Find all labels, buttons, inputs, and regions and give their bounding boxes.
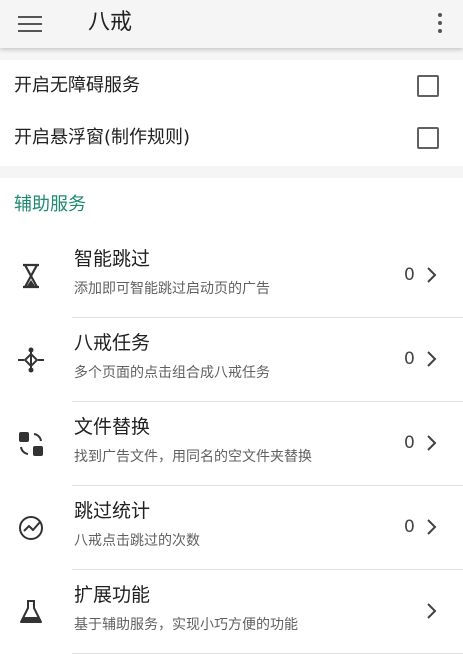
service-title: 智能跳过 — [74, 248, 151, 270]
chevron-right-icon — [427, 351, 437, 367]
chevron-right-icon — [427, 435, 437, 451]
services-card: 辅助服务 智能跳过 添加即可智能跳过启动页的广告 0 八戒任务 多个页面的点击组… — [0, 178, 463, 656]
service-desc: 八戒点击跳过的次数 — [74, 533, 200, 549]
section-title: 辅助服务 — [14, 194, 86, 215]
service-desc: 基于辅助服务，实现小巧方便的功能 — [74, 617, 298, 633]
service-item-smart-skip[interactable]: 智能跳过 添加即可智能跳过启动页的广告 0 — [0, 234, 463, 318]
service-desc: 找到广告文件，用同名的空文件夹替换 — [74, 449, 312, 465]
flask-icon — [20, 600, 42, 623]
toggle-floating-window[interactable]: 开启悬浮窗(制作规则) — [0, 112, 463, 164]
file-swap-icon — [19, 432, 43, 456]
accessibility-checkbox[interactable] — [417, 75, 439, 97]
menu-icon[interactable] — [12, 8, 48, 40]
service-title: 文件替换 — [74, 416, 151, 438]
chevron-right-icon — [427, 267, 437, 283]
divider — [72, 653, 463, 654]
toggle-accessibility-service[interactable]: 开启无障碍服务 — [0, 60, 463, 112]
toggle-label: 开启无障碍服务 — [14, 75, 140, 96]
service-desc: 添加即可智能跳过启动页的广告 — [74, 281, 270, 297]
toggle-label: 开启悬浮窗(制作规则) — [14, 127, 191, 148]
chevron-right-icon — [427, 519, 437, 535]
more-options-icon[interactable] — [428, 8, 452, 40]
service-count: 0 — [404, 433, 415, 453]
chevron-right-icon — [427, 603, 437, 619]
service-title: 跳过统计 — [74, 500, 151, 522]
service-desc: 多个页面的点击组合成八戒任务 — [74, 365, 270, 381]
service-item-bajie-task[interactable]: 八戒任务 多个页面的点击组合成八戒任务 0 — [0, 318, 463, 402]
toggle-card: 开启无障碍服务 开启悬浮窗(制作规则) — [0, 60, 463, 166]
service-item-skip-stats[interactable]: 跳过统计 八戒点击跳过的次数 0 — [0, 486, 463, 570]
service-count: 0 — [404, 349, 415, 369]
app-title: 八戒 — [88, 10, 133, 35]
stats-icon — [19, 516, 43, 540]
service-item-file-replace[interactable]: 文件替换 找到广告文件，用同名的空文件夹替换 0 — [0, 402, 463, 486]
task-flow-icon — [18, 347, 44, 373]
service-count: 0 — [404, 265, 415, 285]
service-title: 扩展功能 — [74, 584, 151, 606]
service-item-extensions[interactable]: 扩展功能 基于辅助服务，实现小巧方便的功能 — [0, 570, 463, 654]
service-count: 0 — [404, 517, 415, 537]
floating-window-checkbox[interactable] — [417, 127, 439, 149]
service-title: 八戒任务 — [74, 332, 151, 354]
hourglass-icon — [23, 263, 39, 289]
app-bar: 八戒 — [0, 0, 463, 48]
